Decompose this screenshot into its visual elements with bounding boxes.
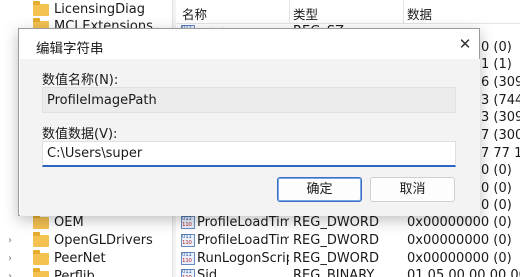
value-data: 0x00000000 (0)	[407, 251, 512, 266]
value-data: 0x00000000 (0)	[407, 233, 512, 248]
value-name: ProfileLoadTim...	[197, 215, 289, 230]
tree-expand-arrow-icon[interactable]: ›	[4, 253, 16, 265]
tree-item-label: LicensingDiag	[54, 2, 145, 17]
tree-item-opengldrivers[interactable]: › OpenGLDrivers	[0, 232, 172, 251]
tree-expand-arrow-icon[interactable]: ›	[4, 235, 16, 247]
close-icon[interactable]: ✕	[455, 34, 475, 54]
tree-item-label: PeerNet	[54, 251, 106, 266]
value-name: RunLogonScrip...	[197, 251, 289, 266]
binary-value-icon	[181, 234, 195, 247]
edit-string-dialog: 编辑字符串 ✕ 数值名称(N): ProfileImagePath 数值数据(V…	[18, 28, 480, 216]
value-data-partial: 0 (0)	[481, 181, 512, 196]
value-data: 01 05 00 00 00 00 00	[407, 268, 520, 277]
ok-button[interactable]: 确定	[277, 177, 362, 202]
tree-item-label: Perflib	[54, 269, 95, 277]
table-row[interactable]: ProfileLoadTim... REG_DWORD 0x00000000 (…	[176, 231, 520, 251]
column-divider[interactable]	[289, 0, 290, 24]
tree-item-label: OpenGLDrivers	[54, 233, 153, 248]
value-data-partial: 0 (0)	[481, 198, 512, 213]
binary-value-icon	[181, 252, 195, 265]
tree-item-peernet[interactable]: › PeerNet	[0, 250, 172, 269]
value-type: REG_BINARY	[293, 268, 375, 277]
tree-expand-arrow-icon[interactable]	[4, 21, 16, 33]
table-row[interactable]: Sid REG_BINARY 01 05 00 00 00 00 00	[176, 266, 520, 277]
value-data-partial: 0 (0)	[481, 163, 512, 178]
value-data: 0x00000000 (0)	[407, 215, 512, 230]
folder-icon	[33, 214, 49, 229]
binary-value-icon	[181, 269, 195, 277]
value-name: Sid	[197, 268, 218, 277]
value-data-partial: 6 (309598	[481, 75, 520, 90]
folder-icon	[33, 232, 49, 247]
values-header: 名称 类型 数据	[176, 0, 520, 24]
tree-expand-arrow-icon[interactable]	[4, 4, 16, 16]
value-name: ProfileLoadTim...	[197, 233, 289, 248]
value-data-partial: 1 (1)	[481, 57, 512, 72]
value-data-label: 数值数据(V):	[42, 127, 118, 142]
value-type: REG_DWORD	[293, 215, 379, 230]
value-type: REG_DWORD	[293, 233, 379, 248]
value-name-label: 数值名称(N):	[42, 73, 119, 88]
tree-expand-arrow-icon[interactable]	[4, 217, 16, 229]
folder-icon	[33, 250, 49, 265]
column-header-name[interactable]: 名称	[182, 4, 207, 23]
value-data-partial: 3 (744685	[481, 93, 520, 108]
value-data-partial: 0 (0)	[481, 40, 512, 55]
folder-icon	[33, 1, 49, 16]
binary-value-icon	[181, 216, 195, 229]
tree-item-label: OEM	[54, 215, 84, 230]
column-divider[interactable]	[403, 0, 404, 24]
cancel-button[interactable]: 取消	[370, 177, 455, 202]
dialog-title: 编辑字符串	[36, 41, 104, 57]
tree-item-perflib[interactable]: › Perflib	[0, 268, 172, 277]
table-row[interactable]: ProfileLoadTim... REG_DWORD 0x00000000 (…	[176, 213, 520, 233]
value-type: REG_DWORD	[293, 251, 379, 266]
value-data-partial: 7 77 17 d8	[481, 146, 520, 161]
tree-item-oem[interactable]: OEM	[0, 214, 172, 233]
folder-icon	[33, 268, 49, 277]
value-data-input[interactable]	[42, 141, 456, 167]
tree-expand-arrow-icon[interactable]: ›	[4, 271, 16, 277]
value-data-partial: 3 (309598	[481, 110, 520, 125]
column-header-data[interactable]: 数据	[407, 4, 432, 23]
value-data-partial: 7 (300298	[481, 128, 520, 143]
dialog-body: 数值名称(N): ProfileImagePath 数值数据(V): 确定 取消	[20, 59, 480, 216]
column-header-type[interactable]: 类型	[293, 4, 318, 23]
value-name-field: ProfileImagePath	[42, 87, 456, 113]
